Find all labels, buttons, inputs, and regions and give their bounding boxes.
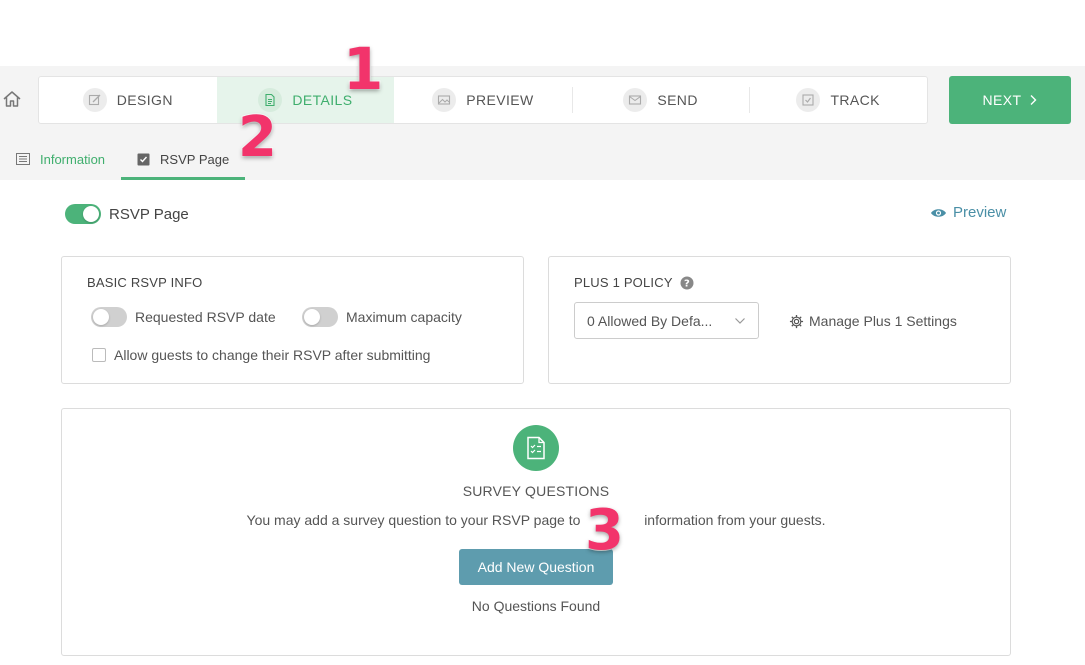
maximum-capacity-label: Maximum capacity [346, 309, 462, 325]
maximum-capacity-toggle[interactable] [302, 307, 338, 327]
help-icon[interactable]: ? [680, 276, 694, 290]
rsvp-page-toggle-row: RSVP Page [65, 204, 189, 224]
sub-tabs: Information RSVP Page [0, 138, 246, 180]
basic-rsvp-info-title: BASIC RSVP INFO [87, 275, 203, 290]
tab-rsvp-page[interactable]: RSVP Page [121, 138, 246, 180]
step-send[interactable]: SEND [571, 77, 750, 123]
annotation-badge-3: 3 [584, 498, 625, 563]
survey-icon [513, 425, 559, 471]
requested-rsvp-date-label: Requested RSVP date [135, 309, 276, 325]
allow-change-row: Allow guests to change their RSVP after … [92, 347, 430, 363]
basic-rsvp-info-card: BASIC RSVP INFO Requested RSVP date Maxi… [61, 256, 524, 384]
envelope-icon [623, 88, 648, 112]
checkbox-icon [137, 153, 150, 165]
tab-information[interactable]: Information [0, 138, 121, 180]
chevron-down-icon [735, 317, 745, 324]
survey-questions-card: SURVEY QUESTIONS You may add a survey qu… [61, 408, 1011, 656]
svg-text:?: ? [684, 278, 690, 289]
step-navigation: DESIGN DETAILS PREVIEW SEND TRACK [38, 76, 928, 124]
survey-desc-after: information from your guests. [644, 512, 826, 528]
preview-link[interactable]: Preview [930, 204, 1006, 221]
plus-one-policy-title: PLUS 1 POLICY [574, 275, 673, 290]
next-button[interactable]: NEXT [949, 76, 1071, 124]
tab-information-label: Information [40, 151, 106, 167]
gear-icon [789, 314, 804, 328]
pencil-icon [82, 88, 107, 112]
step-label: SEND [657, 92, 698, 108]
next-button-label: NEXT [982, 92, 1022, 108]
plus-one-select-value: 0 Allowed By Defa... [587, 312, 713, 329]
step-label: PREVIEW [466, 92, 534, 108]
annotation-badge-1: 1 [342, 35, 384, 103]
step-preview[interactable]: PREVIEW [394, 77, 572, 123]
step-design[interactable]: DESIGN [39, 77, 217, 123]
survey-desc-before: You may add a survey question to your RS… [246, 512, 581, 528]
no-questions-found-text: No Questions Found [471, 598, 601, 614]
requested-rsvp-date-row: Requested RSVP date [91, 307, 276, 327]
list-icon [16, 153, 30, 165]
step-label: DESIGN [116, 92, 173, 108]
maximum-capacity-row: Maximum capacity [302, 307, 462, 327]
preview-link-label: Preview [953, 204, 1007, 221]
survey-questions-title: SURVEY QUESTIONS [462, 483, 610, 499]
manage-plus-one-settings-link[interactable]: Manage Plus 1 Settings [789, 313, 957, 329]
survey-questions-description: You may add a survey question to your RS… [62, 512, 1010, 528]
rsvp-page-toggle[interactable] [65, 204, 101, 224]
home-icon[interactable] [2, 89, 22, 109]
plus-one-policy-card: PLUS 1 POLICY ? 0 Allowed By Defa... Man… [548, 256, 1011, 384]
allow-change-label: Allow guests to change their RSVP after … [114, 347, 431, 363]
image-icon [432, 88, 457, 112]
check-square-icon [796, 88, 821, 112]
eye-icon [931, 208, 946, 217]
chevron-right-icon [1030, 95, 1037, 105]
allow-change-checkbox[interactable] [92, 348, 106, 362]
plus-one-select[interactable]: 0 Allowed By Defa... [574, 302, 759, 339]
step-track[interactable]: TRACK [749, 77, 927, 123]
requested-rsvp-date-toggle[interactable] [91, 307, 127, 327]
annotation-badge-2: 2 [237, 105, 278, 170]
plus-one-policy-title-row: PLUS 1 POLICY ? [574, 275, 694, 290]
tab-rsvp-page-label: RSVP Page [160, 151, 230, 167]
manage-plus-one-settings-label: Manage Plus 1 Settings [809, 313, 957, 329]
step-label: TRACK [830, 92, 880, 108]
rsvp-page-toggle-label: RSVP Page [109, 205, 189, 223]
